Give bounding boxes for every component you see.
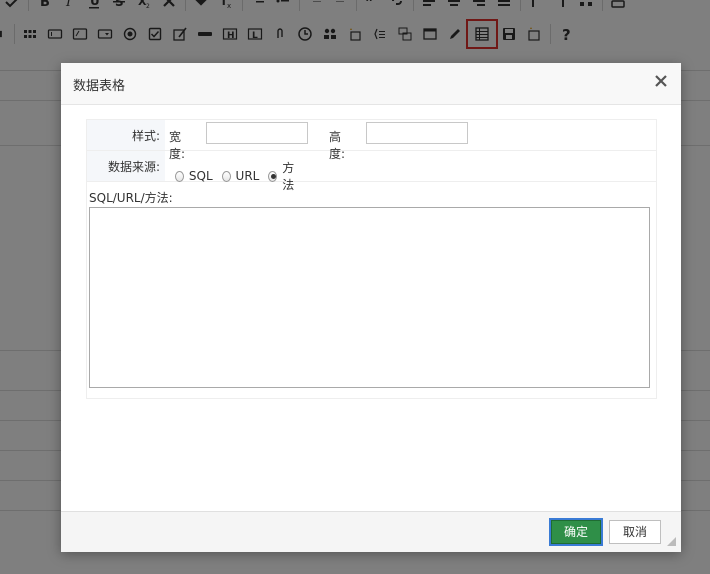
data-table-dialog: 数据表格 样式: 宽度: 高度: 数据来源: SQL URL 方法 SQL/UR… [61,63,681,552]
source-radio-sql-label[interactable]: SQL [189,169,213,183]
source-radio-sql[interactable] [175,170,184,182]
data-table-form: 样式: 宽度: 高度: 数据来源: SQL URL 方法 SQL/URL/方法: [86,119,657,399]
dialog-body: 样式: 宽度: 高度: 数据来源: SQL URL 方法 SQL/URL/方法: [61,105,681,511]
source-row: 数据来源: SQL URL 方法 [87,151,656,192]
source-radio-group: SQL URL 方法 [175,159,310,193]
source-content-label: SQL/URL/方法: [89,191,173,205]
style-row: 样式: 宽度: 高度: [87,120,656,161]
height-input[interactable] [366,122,468,144]
confirm-button[interactable]: 确定 [549,518,603,546]
cancel-button[interactable]: 取消 [609,520,661,544]
source-radio-url[interactable] [221,170,231,182]
source-radio-method-label[interactable]: 方法 [282,159,300,193]
style-label-cell: 样式: [87,120,165,150]
dialog-header: 数据表格 [61,63,681,105]
dialog-resize-icon[interactable] [667,537,676,546]
source-radio-url-label[interactable]: URL [236,169,260,183]
source-label-cell: 数据来源: [87,151,165,181]
dialog-title: 数据表格 [73,79,126,94]
source-content-textarea[interactable] [89,207,650,388]
close-icon[interactable] [654,74,668,88]
source-radio-method[interactable] [268,170,278,182]
style-label: 样式: [131,129,160,143]
dialog-footer: 确定 取消 [61,511,681,552]
source-label: 数据来源: [107,160,160,174]
width-input[interactable] [206,122,308,144]
